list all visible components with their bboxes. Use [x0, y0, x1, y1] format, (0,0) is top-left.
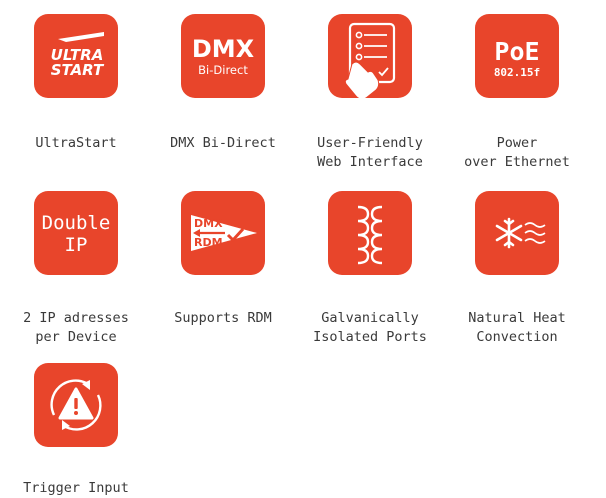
caption-web-interface: User-Friendly Web Interface	[317, 135, 423, 170]
caption-galvanic: Galvanically Isolated Ports	[313, 310, 427, 345]
rdm-label: RDM	[194, 236, 223, 249]
feature-tile-ultrastart: ULTRA START	[34, 14, 118, 98]
ip-label: IP	[65, 234, 88, 256]
feature-tile-heat	[475, 191, 559, 275]
ultra-start-icon: ULTRA START	[51, 32, 105, 79]
transformer-coil-icon	[357, 205, 383, 265]
warning-trigger-icon	[50, 379, 102, 431]
caption-heat: Natural Heat Convection	[468, 310, 566, 345]
dmx-rdm-arrow-icon: DMX RDM	[191, 215, 257, 251]
dmx-label: DMX	[194, 217, 223, 230]
poe-standard-label: 802.15f	[494, 66, 540, 79]
caption-trigger: Trigger Input	[23, 480, 129, 496]
feature-tile-web-interface	[328, 14, 412, 98]
start-label: START	[51, 61, 105, 79]
caption-dmx-bidirect: DMX Bi-Direct	[170, 135, 276, 151]
dmx-bidirect-icon: DMX Bi-Direct	[192, 35, 255, 77]
feature-tile-trigger	[34, 363, 118, 447]
dmx-label: DMX	[192, 35, 255, 63]
bidirect-label: Bi-Direct	[198, 63, 248, 77]
feature-tile-poe: PoE 802.15f	[475, 14, 559, 98]
caption-poe: Power over Ethernet	[464, 135, 570, 170]
feature-tile-galvanic	[328, 191, 412, 275]
double-ip-icon: Double IP	[42, 212, 111, 256]
feature-tile-dmx-bidirect: DMX Bi-Direct	[181, 14, 265, 98]
double-label: Double	[42, 212, 111, 234]
poe-label: PoE	[494, 37, 539, 66]
feature-tile-double-ip: Double IP	[34, 191, 118, 275]
touch-checklist-icon	[344, 22, 396, 98]
caption-ultrastart: UltraStart	[35, 135, 117, 151]
feature-tile-rdm: DMX RDM	[181, 191, 265, 275]
caption-double-ip: 2 IP adresses per Device	[23, 310, 129, 345]
caption-rdm: Supports RDM	[174, 310, 272, 326]
snowflake-airflow-icon	[495, 217, 546, 249]
poe-icon: PoE 802.15f	[494, 37, 540, 79]
